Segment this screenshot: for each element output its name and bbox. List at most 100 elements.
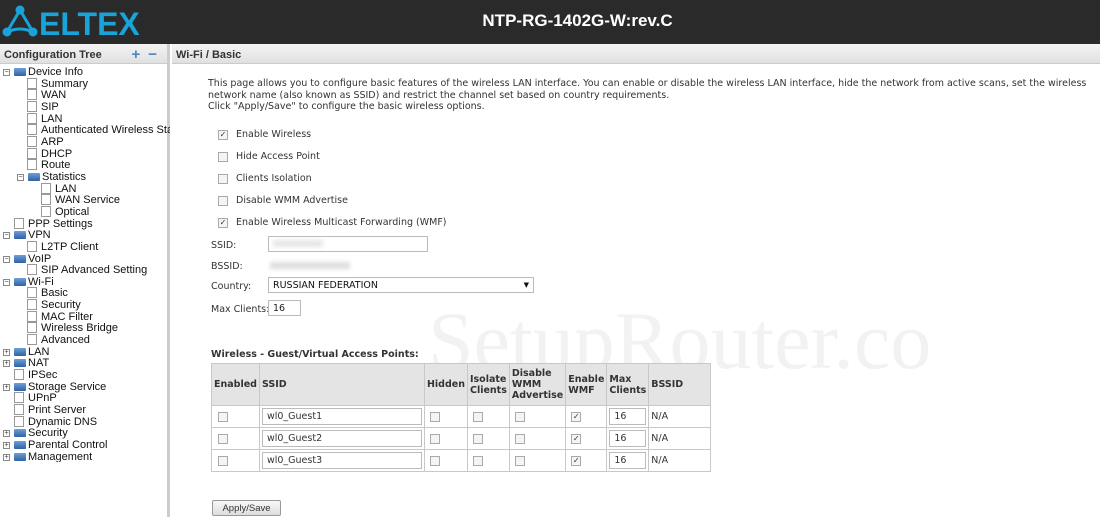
tree-item-label: Basic xyxy=(41,287,68,300)
collapse-toggle-icon[interactable]: − xyxy=(3,255,10,263)
guest-max-clients-input[interactable]: 16 xyxy=(609,408,647,425)
expand-toggle-icon[interactable]: + xyxy=(3,348,10,356)
checkbox[interactable] xyxy=(429,411,440,422)
tree-item[interactable]: SIP xyxy=(0,100,170,113)
tree-item[interactable]: LAN xyxy=(0,182,170,195)
checkbox[interactable] xyxy=(218,411,228,422)
tree-item-label: VPN xyxy=(28,229,51,242)
tree-item[interactable]: Print Server xyxy=(0,404,170,416)
tree-item[interactable]: PPP Settings xyxy=(0,217,170,230)
tree-item-label: Security xyxy=(28,427,68,440)
table-row: wl0_Guest2 ✓ 16 N/A xyxy=(211,427,712,450)
tree-item[interactable]: + LAN xyxy=(0,346,170,358)
guest-ssid-input[interactable]: wl0_Guest1 xyxy=(261,408,422,425)
option-checkbox[interactable]: ✓ xyxy=(218,129,228,140)
tree-item[interactable]: + NAT xyxy=(0,357,170,369)
max-clients-input[interactable]: 16 xyxy=(268,300,301,316)
tree-item-label: Route xyxy=(41,159,71,172)
tree-item[interactable]: + Management xyxy=(0,451,170,462)
tree-item[interactable]: − Wi-Fi xyxy=(0,276,170,288)
apply-save-button[interactable]: Apply/Save xyxy=(212,500,281,516)
folder-icon xyxy=(14,254,26,263)
tree-item[interactable]: − VoIP xyxy=(0,253,170,265)
tree-item[interactable]: − VPN xyxy=(0,229,170,241)
tree-item[interactable]: + Storage Service xyxy=(0,381,170,393)
checkbox[interactable] xyxy=(472,433,483,444)
expand-toggle-icon[interactable]: + xyxy=(3,453,10,461)
page-icon xyxy=(27,124,37,136)
checkbox[interactable] xyxy=(472,455,483,466)
tree-item-label: DHCP xyxy=(41,147,73,160)
tree-item[interactable]: − Device Info xyxy=(0,66,170,78)
option-label: Disable WMM Advertise xyxy=(236,195,348,206)
tree-item[interactable]: WAN xyxy=(0,89,170,101)
checkbox[interactable] xyxy=(429,455,440,466)
config-tree: − Device Info Summary WAN SIP LAN Authenticate… xyxy=(0,66,170,462)
tree-item[interactable]: Authenticated Wireless Station xyxy=(0,124,170,136)
plus-icon[interactable]: + xyxy=(131,46,140,63)
tree-item-label: Print Server xyxy=(28,404,87,417)
column-header: BSSID xyxy=(648,363,712,406)
option-checkbox[interactable] xyxy=(218,151,228,162)
option-checkbox[interactable]: ✓ xyxy=(218,217,228,228)
tree-item[interactable]: − Statistics xyxy=(0,171,170,183)
checkbox[interactable] xyxy=(218,455,228,466)
tree-item[interactable]: ARP xyxy=(0,135,170,148)
tree-item[interactable]: MAC Filter xyxy=(0,310,170,323)
config-tree-header: Configuration Tree + − xyxy=(0,44,167,64)
tree-item[interactable]: IPSec xyxy=(0,369,170,381)
tree-item[interactable]: LAN xyxy=(0,112,170,125)
ssid-input[interactable] xyxy=(268,236,428,252)
collapse-toggle-icon[interactable]: − xyxy=(3,69,10,76)
tree-item[interactable]: Advanced xyxy=(0,334,170,346)
tree-item[interactable]: Summary xyxy=(0,77,170,90)
tree-item-label: ARP xyxy=(41,135,64,148)
tree-item[interactable]: UPnP xyxy=(0,392,170,404)
expand-toggle-icon[interactable]: + xyxy=(3,383,10,391)
guest-max-clients-input[interactable]: 16 xyxy=(609,430,647,447)
tree-item[interactable]: L2TP Client xyxy=(0,240,170,253)
tree-item-label: VoIP xyxy=(28,252,52,265)
tree-item[interactable]: Route xyxy=(0,159,170,171)
tree-item[interactable]: Security xyxy=(0,299,170,311)
option-checkbox[interactable] xyxy=(218,195,228,206)
tree-item-label: WAN xyxy=(41,89,67,102)
page-icon xyxy=(27,112,37,124)
expand-toggle-icon[interactable]: + xyxy=(3,430,10,438)
checkbox[interactable]: ✓ xyxy=(571,455,582,466)
tree-item[interactable]: SIP Advanced Setting xyxy=(0,264,170,276)
collapse-toggle-icon[interactable]: − xyxy=(3,278,10,286)
guest-ssid-input[interactable]: wl0_Guest2 xyxy=(261,430,422,447)
guest-max-clients-input[interactable]: 16 xyxy=(609,452,647,469)
tree-item[interactable]: Optical xyxy=(0,205,170,218)
tree-item[interactable]: + Parental Control xyxy=(0,439,170,451)
collapse-toggle-icon[interactable]: − xyxy=(3,232,10,240)
checkbox[interactable] xyxy=(429,433,440,444)
guest-ssid-input[interactable]: wl0_Guest3 xyxy=(261,452,422,469)
checkbox[interactable] xyxy=(472,411,483,422)
tree-item[interactable]: WAN Service xyxy=(0,194,170,206)
page-icon xyxy=(27,240,37,252)
country-select[interactable]: RUSSIAN FEDERATION ▼ xyxy=(268,277,534,293)
expand-toggle-icon[interactable]: + xyxy=(3,442,10,449)
collapse-toggle-icon[interactable]: − xyxy=(17,173,24,181)
tree-item[interactable]: Wireless Bridge xyxy=(0,322,170,334)
checkbox[interactable]: ✓ xyxy=(571,433,582,444)
option-row: ✓ Enable Wireless Multicast Forwarding (W… xyxy=(218,217,447,228)
folder-icon xyxy=(14,277,26,286)
option-checkbox[interactable] xyxy=(218,173,228,184)
page-icon xyxy=(14,369,24,381)
checkbox[interactable]: ✓ xyxy=(571,411,582,422)
checkbox[interactable] xyxy=(514,433,525,444)
tree-item-label: IPSec xyxy=(28,369,58,382)
tree-item[interactable]: Dynamic DNS xyxy=(0,415,170,428)
checkbox[interactable] xyxy=(514,411,525,422)
tree-item[interactable]: Basic xyxy=(0,287,170,299)
checkbox[interactable] xyxy=(514,455,525,466)
minus-icon[interactable]: − xyxy=(148,46,157,63)
checkbox[interactable] xyxy=(218,433,228,444)
tree-item[interactable]: + Security xyxy=(0,427,170,439)
tree-item[interactable]: DHCP xyxy=(0,147,170,160)
guest-ap-title: Wireless - Guest/Virtual Access Points: xyxy=(211,349,419,360)
expand-toggle-icon[interactable]: + xyxy=(3,360,10,368)
